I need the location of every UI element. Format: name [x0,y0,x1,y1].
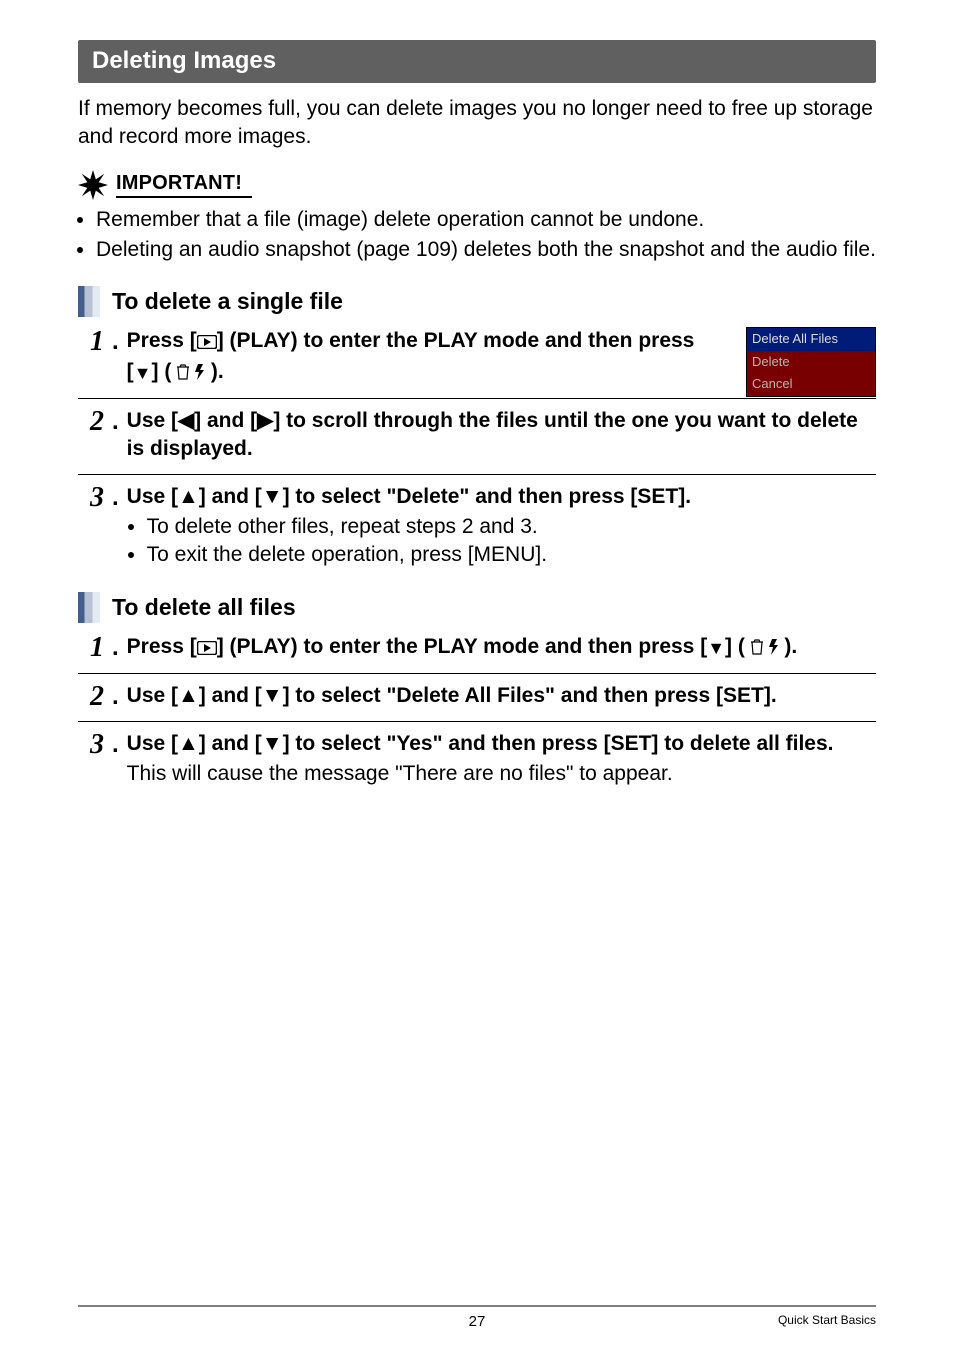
page-number: 27 [469,1313,486,1330]
important-item: Deleting an audio snapshot (page 109) de… [96,236,876,264]
trash-icon [177,360,189,388]
footer-rule [78,1305,876,1307]
step-number: 2 [78,682,104,711]
all-step-3: 3 . Use [▲] and [▼] to select "Yes" and … [78,730,876,789]
down-triangle-icon: ▼ [707,638,725,658]
single-step-3: 3 . Use [▲] and [▼] to select "Delete" a… [78,483,876,570]
single-step3-text: Use [▲] and [▼] to select "Delete" and t… [127,483,876,511]
flash-icon [195,360,205,388]
divider [78,474,876,475]
single-step1-wrap: 1 . Press [] (PLAY) to enter the PLAY mo… [78,327,876,388]
play-icon [197,329,217,357]
all-step2-text: Use [▲] and [▼] to select "Delete All Fi… [127,682,876,710]
starburst-icon [78,170,108,200]
delete-menu-thumbnail: Delete All Files Delete Cancel [746,327,876,397]
subheading-label: To delete a single file [112,286,343,317]
page-footer: 27 Quick Start Basics [78,1305,876,1327]
play-icon [197,635,217,663]
all-step1-text: Press [] (PLAY) to enter the PLAY mode a… [127,633,876,663]
page-content: Deleting Images If memory becomes full, … [78,40,876,789]
step-number: 3 [78,730,104,759]
step-dot: . [112,407,119,434]
step-number: 2 [78,407,104,436]
divider [78,721,876,722]
flash-icon [769,635,779,663]
single-step1-text: Press [] (PLAY) to enter the PLAY mode a… [127,327,726,388]
important-list: Remember that a file (image) delete oper… [78,206,876,265]
step-dot: . [112,682,119,709]
divider [78,398,876,399]
menu-row-cancel: Cancel [747,373,875,396]
step-dot: . [112,483,119,510]
divider [78,673,876,674]
section-title: Deleting Images [92,47,276,74]
subheading-all-files: To delete all files [78,592,876,623]
menu-row-delete: Delete [747,351,875,374]
all-step3-note: This will cause the message "There are n… [127,760,876,788]
subheading-accent [78,286,100,317]
list-item: To delete other files, repeat steps 2 an… [147,513,876,541]
step-number: 1 [78,633,104,662]
step-dot: . [112,633,119,660]
subheading-accent [78,592,100,623]
important-label: IMPORTANT! [116,172,252,198]
subheading-single-file: To delete a single file [78,286,876,317]
all-step3-text: Use [▲] and [▼] to select "Yes" and then… [127,730,876,758]
step-dot: . [112,327,119,354]
subheading-label: To delete all files [112,592,296,623]
down-triangle-icon: ▼ [134,363,152,383]
single-step2-text: Use [◀] and [▶] to scroll through the fi… [127,407,876,464]
single-step-1: 1 . Press [] (PLAY) to enter the PLAY mo… [78,327,726,388]
section-title-bar: Deleting Images [78,40,876,83]
step-number: 1 [78,327,104,356]
trash-icon [751,635,763,663]
step-dot: . [112,730,119,757]
single-step-2: 2 . Use [◀] and [▶] to scroll through th… [78,407,876,464]
intro-paragraph: If memory becomes full, you can delete i… [78,95,876,152]
single-step3-notes: To delete other files, repeat steps 2 an… [127,513,876,570]
important-callout: IMPORTANT! [78,170,876,200]
important-item: Remember that a file (image) delete oper… [96,206,876,234]
list-item: To exit the delete operation, press [MEN… [147,541,876,569]
footer-chapter: Quick Start Basics [778,1313,876,1327]
all-step-2: 2 . Use [▲] and [▼] to select "Delete Al… [78,682,876,711]
menu-row-delete-all: Delete All Files [747,328,875,351]
step-number: 3 [78,483,104,512]
all-step-1: 1 . Press [] (PLAY) to enter the PLAY mo… [78,633,876,663]
